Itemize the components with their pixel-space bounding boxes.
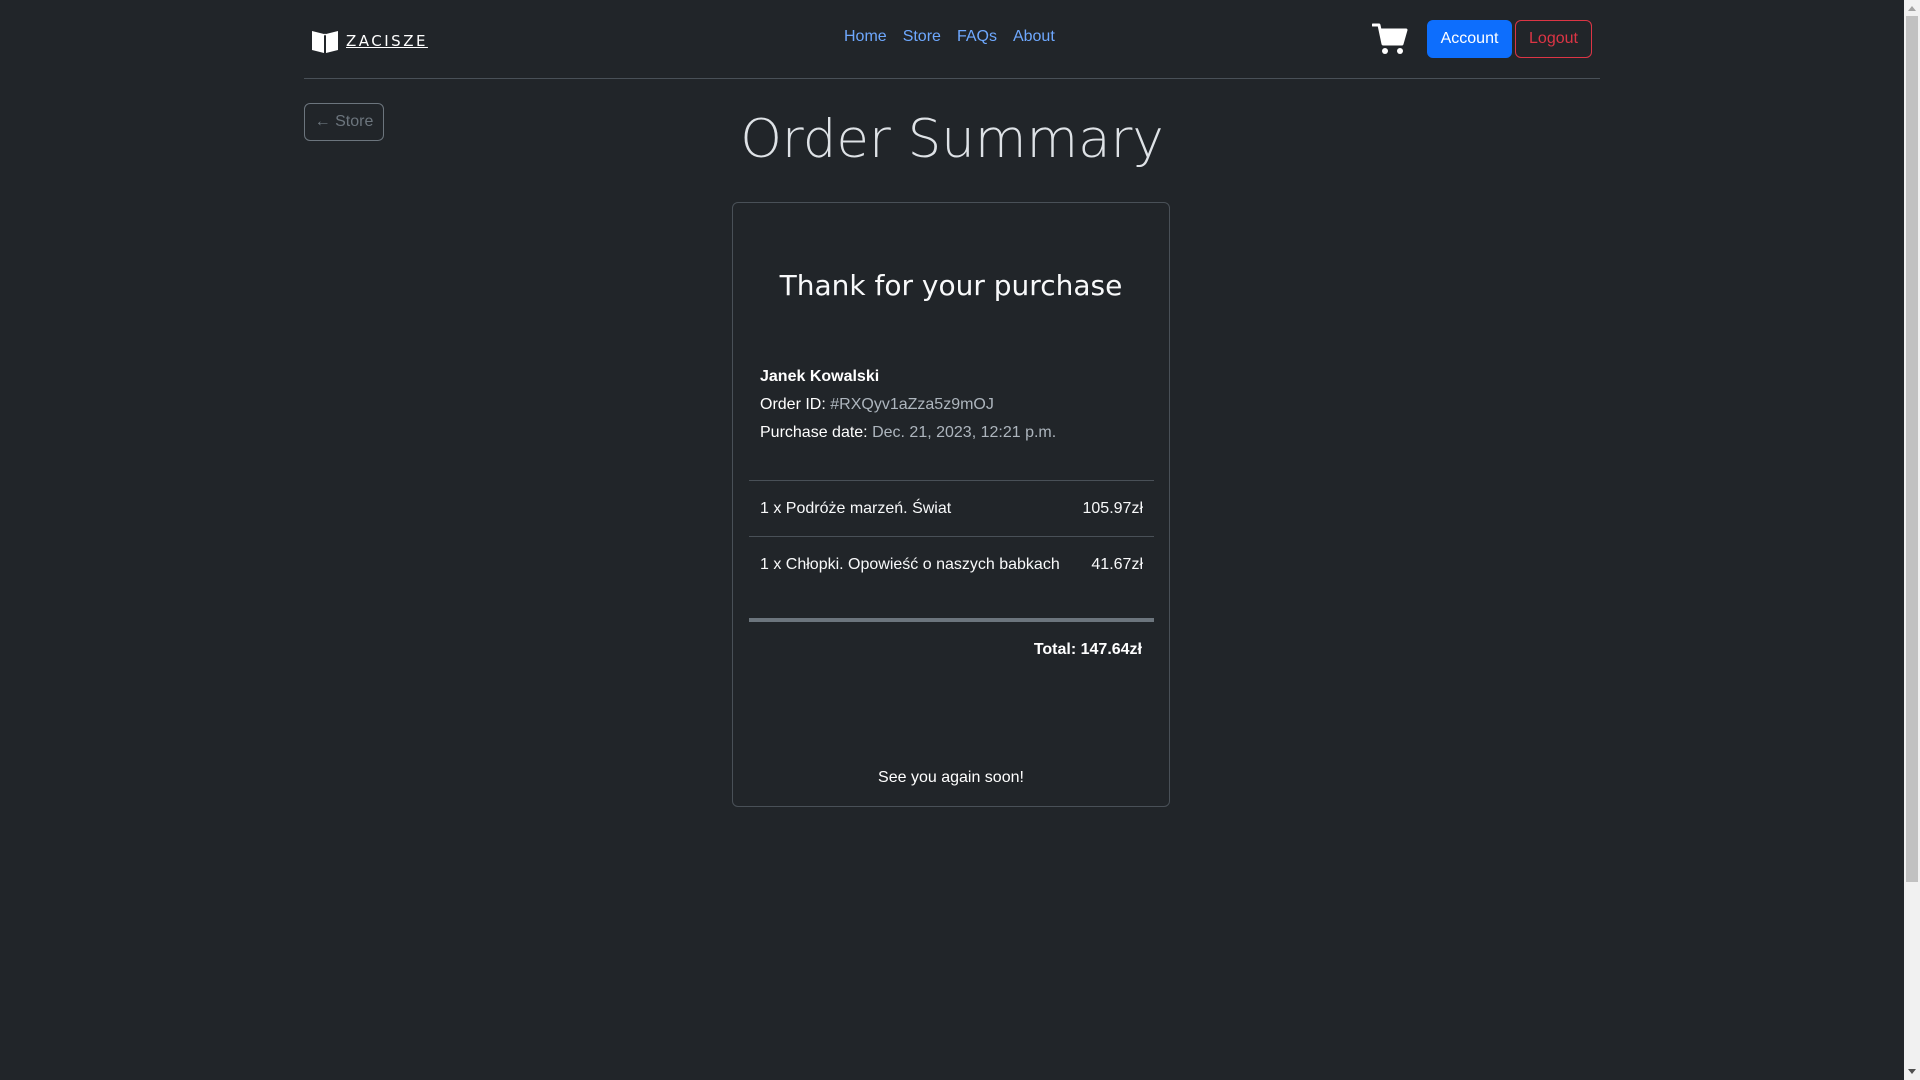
order-summary-card: Thank for your purchase Janek Kowalski O… bbox=[732, 202, 1170, 807]
order-items-list: 1 x Podróże marzeń. Świat 105.97zł 1 x C… bbox=[749, 480, 1154, 593]
thank-you-heading: Thank for your purchase bbox=[779, 269, 1123, 302]
order-item-price: 105.97zł bbox=[1082, 499, 1144, 517]
customer-name: Janek Kowalski bbox=[760, 368, 880, 385]
account-button[interactable]: Account bbox=[1427, 20, 1512, 58]
purchase-date-label: Purchase date: bbox=[760, 424, 868, 441]
scroll-down-arrow-icon[interactable] bbox=[1904, 1064, 1920, 1080]
order-id-line: Order ID: #RXQyv1aZza5z9mOJ bbox=[760, 391, 1056, 419]
brand-home-link[interactable]: ZACISZE bbox=[310, 26, 428, 56]
open-book-logo-icon bbox=[312, 31, 338, 53]
order-item-row: 1 x Podróże marzeń. Świat 105.97zł bbox=[749, 481, 1154, 537]
nav-link-store[interactable]: Store bbox=[903, 28, 941, 46]
nav-link-home[interactable]: Home bbox=[844, 28, 887, 46]
scrollbar-thumb[interactable] bbox=[1906, 16, 1918, 882]
total-divider bbox=[749, 618, 1154, 622]
order-item-description: 1 x Chłopki. Opowieść o naszych babkach bbox=[760, 556, 1060, 573]
main-nav: Home Store FAQs About bbox=[844, 28, 1055, 46]
order-id-value: #RXQyv1aZza5z9mOJ bbox=[830, 396, 994, 413]
logout-button[interactable]: Logout bbox=[1515, 20, 1592, 58]
order-item-row: 1 x Chłopki. Opowieść o naszych babkach … bbox=[749, 537, 1154, 593]
purchase-date-line: Purchase date: Dec. 21, 2023, 12:21 p.m. bbox=[760, 419, 1056, 447]
page: ZACISZE Home Store FAQs About Account Lo… bbox=[0, 0, 1920, 1080]
farewell-message: See you again soon! bbox=[878, 769, 1024, 786]
site-header: ZACISZE Home Store FAQs About Account Lo… bbox=[304, 0, 1600, 79]
nav-link-about[interactable]: About bbox=[1013, 28, 1055, 46]
scroll-up-arrow-icon[interactable] bbox=[1904, 0, 1920, 16]
brand-name: ZACISZE bbox=[346, 32, 428, 50]
shopping-cart-icon[interactable] bbox=[1372, 22, 1408, 56]
vertical-scrollbar[interactable] bbox=[1904, 0, 1920, 1080]
order-info: Janek Kowalski Order ID: #RXQyv1aZza5z9m… bbox=[760, 363, 1056, 447]
order-item-description: 1 x Podróże marzeń. Świat bbox=[760, 499, 952, 517]
order-total: Total: 147.64zł bbox=[1033, 641, 1142, 658]
nav-link-faqs[interactable]: FAQs bbox=[957, 28, 997, 46]
page-title: Order Summary bbox=[740, 109, 1164, 170]
order-id-label: Order ID: bbox=[760, 396, 826, 413]
order-item-price: 41.67zł bbox=[1091, 556, 1143, 573]
purchase-date-value: Dec. 21, 2023, 12:21 p.m. bbox=[872, 424, 1057, 441]
